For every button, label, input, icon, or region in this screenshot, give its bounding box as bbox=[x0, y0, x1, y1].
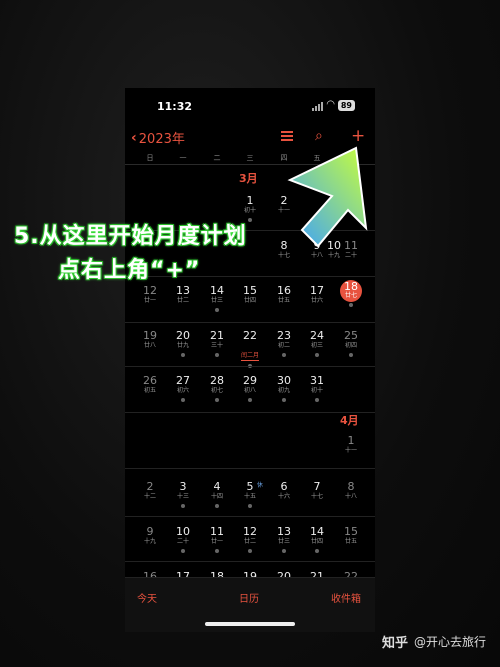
watermark: 知乎 @开心去旅行 bbox=[382, 632, 486, 651]
arrow-icon bbox=[287, 146, 368, 248]
brand-logo: 知乎 bbox=[381, 636, 408, 651]
author-handle: @开心去旅行 bbox=[413, 635, 486, 649]
overlay-caption-line2: 点右上角“+” bbox=[58, 258, 201, 283]
overlay-caption-line1: 5.从这里开始月度计划 bbox=[14, 224, 247, 249]
arrow-overlay bbox=[287, 146, 368, 248]
